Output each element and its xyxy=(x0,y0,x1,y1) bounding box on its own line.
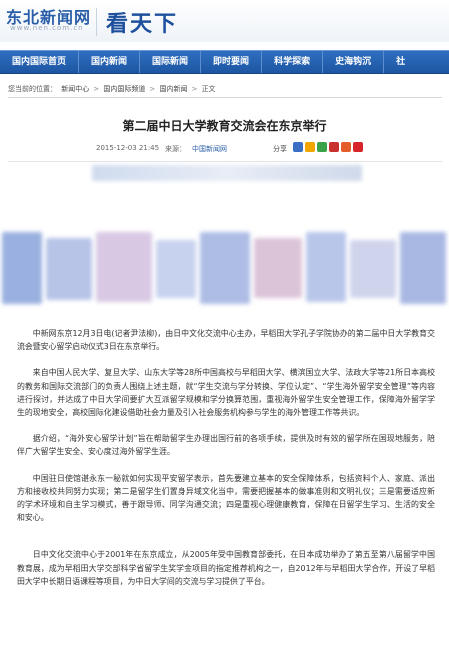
breadcrumb-channel[interactable]: 国内国际频道 xyxy=(103,85,145,93)
nav-item-home[interactable]: 国内国际首页 xyxy=(0,51,80,73)
article-paragraph: 据介绍，“海外安心留学计划”旨在帮助留学生办理出国行前的各项手续，提供及时有效的… xyxy=(17,434,435,457)
article-paragraph: 中新网东京12月3日电(记者尹法柳)，由日中文化交流中心主办，早稻田大学孔子学院… xyxy=(17,329,435,352)
source-link[interactable]: 中国新闻网 xyxy=(192,144,227,154)
breadcrumb-separator: > xyxy=(93,85,100,93)
site-url: www.nen.com.cn xyxy=(10,24,84,32)
nav-item-history[interactable]: 史海钩沉 xyxy=(323,51,385,73)
nav-item-science[interactable]: 科学探索 xyxy=(262,51,324,73)
breadcrumb-divider xyxy=(8,97,442,98)
nav-item-breaking[interactable]: 即时要闻 xyxy=(201,51,263,73)
logo-divider xyxy=(96,8,97,36)
ad-block[interactable] xyxy=(46,238,92,300)
nav-item-domestic[interactable]: 国内新闻 xyxy=(79,51,141,73)
share-label: 分享 xyxy=(273,145,287,153)
ad-block[interactable] xyxy=(254,238,302,298)
site-header: 东北新闻网 www.nen.com.cn 看天下 xyxy=(0,0,449,42)
breadcrumb-label: 您当前的位置： xyxy=(8,85,57,93)
source-label: 来源： xyxy=(165,145,186,153)
share-more-icon[interactable] xyxy=(353,142,363,152)
breadcrumb-domestic[interactable]: 国内新闻 xyxy=(159,85,187,93)
publish-time: 2015-12-03 21:45 xyxy=(96,144,160,152)
article-title: 第二届中日大学教育交流会在东京举行 xyxy=(122,119,327,133)
meta-divider xyxy=(8,161,442,162)
share-wechat-icon[interactable] xyxy=(317,142,327,152)
breadcrumb-current: 正文 xyxy=(201,85,216,93)
ad-block[interactable] xyxy=(400,232,446,304)
ad-block[interactable] xyxy=(2,232,42,304)
nav-item-society[interactable]: 社 xyxy=(384,51,417,73)
article-paragraph: 日中文化交流中心于2001年在东京成立，从2005年受中国教育部委托，在日本成功… xyxy=(17,550,435,586)
blurred-banner-ad[interactable] xyxy=(92,165,362,181)
breadcrumb-separator: > xyxy=(191,85,198,93)
breadcrumb-news-center[interactable]: 新闻中心 xyxy=(61,85,89,93)
channel-brand-title[interactable]: 看天下 xyxy=(106,6,178,38)
ad-block[interactable] xyxy=(200,232,250,304)
blurred-ad-grid xyxy=(0,230,449,310)
share-icons xyxy=(293,142,363,152)
share-qzone-icon[interactable] xyxy=(293,142,303,152)
ad-block[interactable] xyxy=(96,232,152,302)
ad-block[interactable] xyxy=(350,240,396,298)
nav-item-international[interactable]: 国际新闻 xyxy=(140,51,202,73)
share-weibo-icon[interactable] xyxy=(329,142,339,152)
share-renren-icon[interactable] xyxy=(341,142,351,152)
article-body: 中新网东京12月3日电(记者尹法柳)，由日中文化交流中心主办，早稻田大学孔子学院… xyxy=(17,327,435,601)
article-meta: 2015-12-03 21:45 来源： 中国新闻网 分享 xyxy=(0,142,449,156)
ad-block[interactable] xyxy=(306,232,346,302)
ad-block[interactable] xyxy=(156,240,196,298)
breadcrumb: 您当前的位置： 新闻中心 > 国内国际频道 > 国内新闻 > 正文 xyxy=(8,84,218,94)
article-paragraph: 中国驻日使馆谌永东一秘就如何实现平安留学表示，首先要建立基本的安全保障体系，包括… xyxy=(17,473,435,523)
article-paragraph: 来自中国人民大学、复旦大学、山东大学等28所中国高校与早稻田大学、横滨国立大学、… xyxy=(17,368,435,418)
main-nav: 国内国际首页 国内新闻 国际新闻 即时要闻 科学探索 史海钩沉 社 xyxy=(0,50,449,74)
breadcrumb-separator: > xyxy=(149,85,156,93)
share-star-icon[interactable] xyxy=(305,142,315,152)
